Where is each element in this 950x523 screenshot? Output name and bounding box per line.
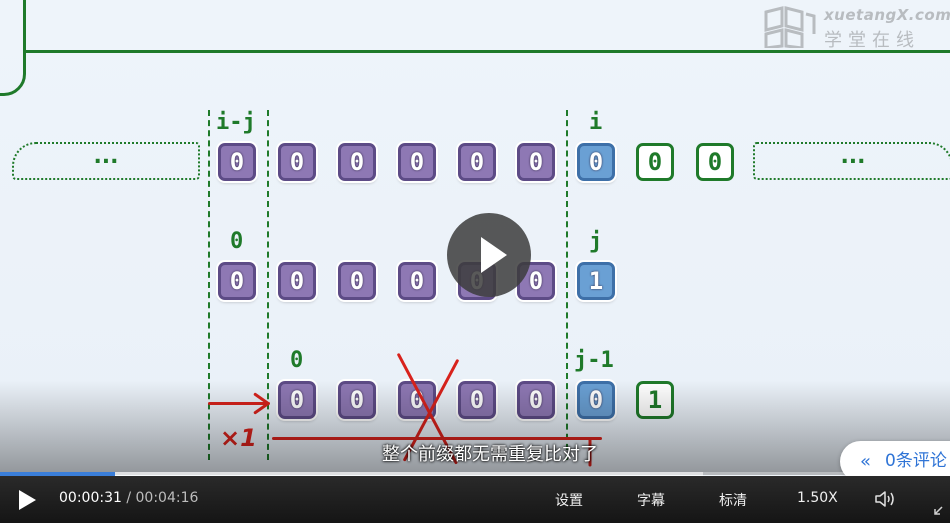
control-bar: 00:00:31 / 00:04:16 设置 字幕 标清 1.50X [0, 476, 950, 523]
current-time: 00:00:31 [59, 490, 122, 506]
label-j: j [589, 229, 603, 254]
time-separator: / [121, 490, 136, 506]
row2-cell: 0 [218, 262, 256, 300]
ellipsis-box-right: ... [753, 142, 950, 180]
subtitles-button[interactable]: 字幕 [637, 490, 665, 510]
play-icon[interactable] [19, 490, 36, 510]
quality-button[interactable]: 标清 [719, 490, 747, 510]
settings-button[interactable]: 设置 [555, 490, 583, 510]
row2-cell: 0 [278, 262, 316, 300]
row1-next-cell: 0 [696, 143, 734, 181]
volume-icon[interactable] [874, 489, 896, 509]
row1-cell: 0 [517, 143, 555, 181]
time-display: 00:00:31 / 00:04:16 [59, 490, 198, 506]
row1-cell: 0 [278, 143, 316, 181]
video-subtitle: 整个前缀都无需重复比对了 [382, 444, 598, 465]
row1-current-cell: 0 [577, 143, 615, 181]
row2-current-cell: 1 [577, 262, 615, 300]
speed-button[interactable]: 1.50X [797, 490, 838, 506]
xuetangx-logo-icon [764, 6, 816, 48]
label-i: i [589, 110, 603, 135]
watermark-brand-cn: 学堂在线 [824, 30, 920, 51]
play-overlay-button[interactable] [447, 213, 531, 297]
row1-cell: 0 [218, 143, 256, 181]
row2-cell: 0 [338, 262, 376, 300]
label-i-minus-j: i-j [216, 110, 256, 135]
ellipsis-box-left: ... [12, 142, 200, 180]
label-zero-row2: 0 [230, 229, 244, 254]
row2-cell: 0 [398, 262, 436, 300]
total-duration: 00:04:16 [135, 490, 199, 506]
xuetangx-watermark: xuetangX.com 学堂在线 [762, 4, 950, 54]
row1-cell: 0 [338, 143, 376, 181]
label-j-minus-1: j-1 [574, 348, 614, 373]
fullscreen-icon[interactable] [934, 503, 946, 515]
row1-next-cell: 0 [636, 143, 674, 181]
label-zero-row3: 0 [290, 348, 304, 373]
watermark-brand-en: xuetangX.com [824, 6, 950, 24]
row1-cell: 0 [458, 143, 496, 181]
slide-frame-corner [0, 0, 26, 96]
row1-cell: 0 [398, 143, 436, 181]
video-player[interactable]: xuetangX.com 学堂在线 ... ... i-j i 0 0 0 0 … [0, 0, 950, 523]
